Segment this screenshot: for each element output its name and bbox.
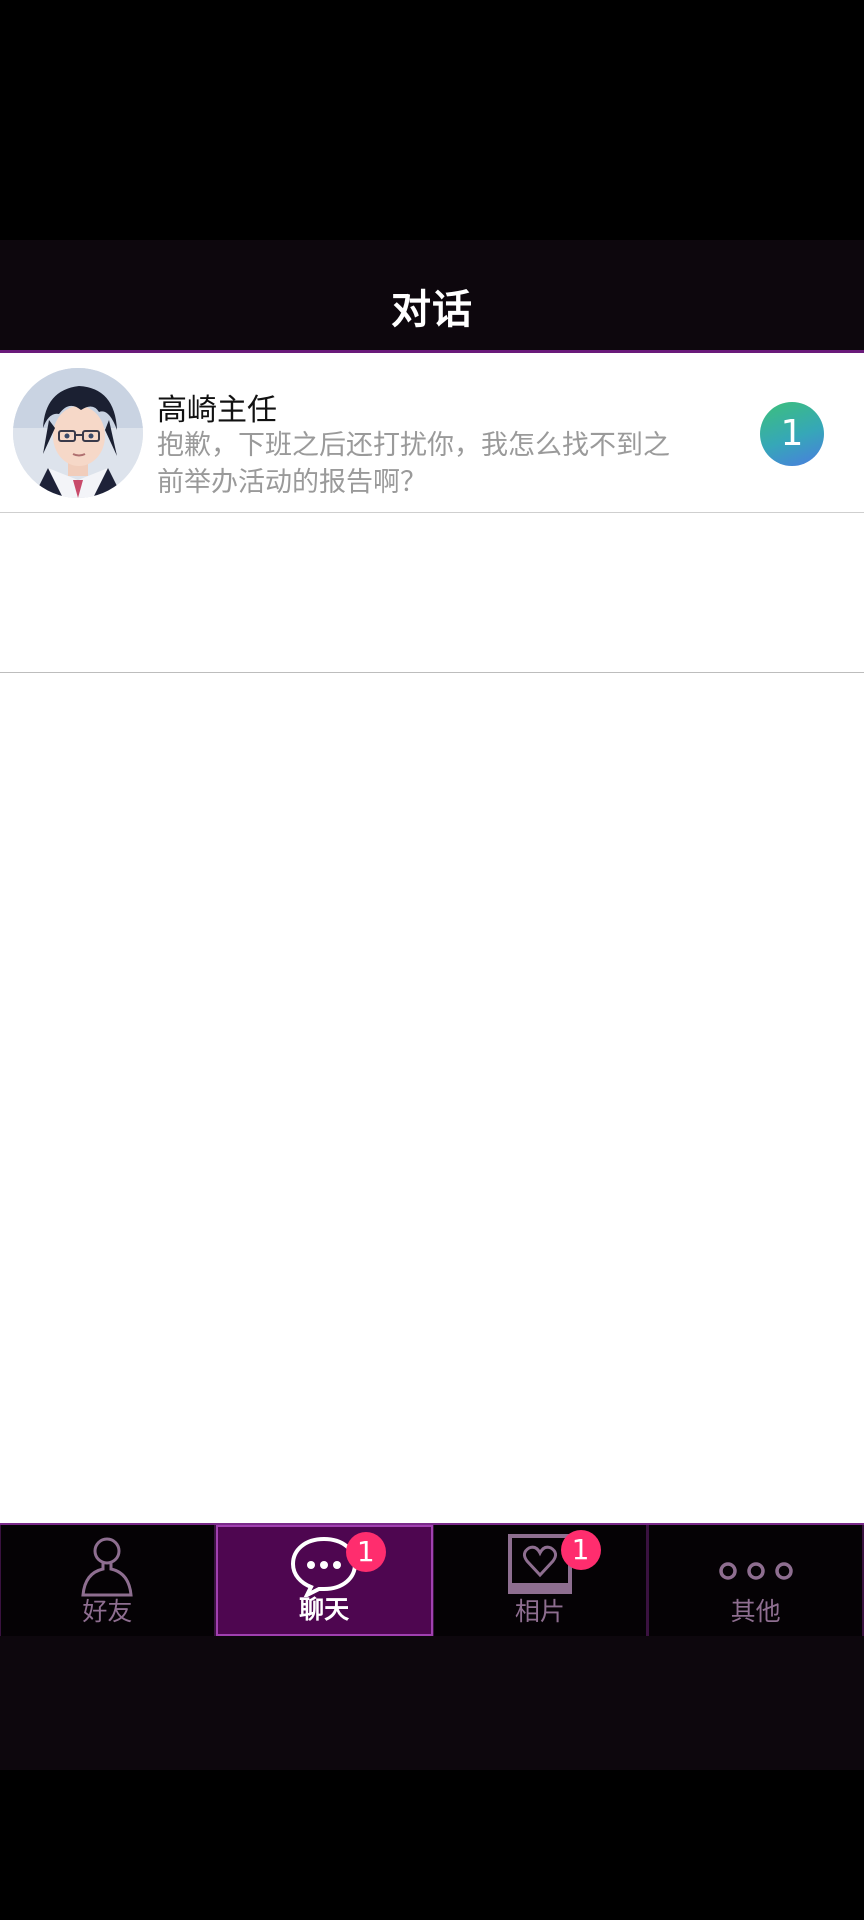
empty-list-slot: [0, 513, 864, 673]
header-bar: 对话: [0, 240, 864, 353]
chat-list-item[interactable]: 高崎主任 抱歉，下班之后还打扰你，我怎么找不到之前举办活动的报告啊？: [0, 353, 864, 513]
chat-tab-badge: 1: [345, 1532, 386, 1572]
tab-label-friends: 好友: [82, 1597, 133, 1626]
tab-label-more: 其他: [730, 1597, 781, 1626]
chat-contact-name: 高崎主任: [157, 393, 277, 428]
navigation-area: [0, 1770, 864, 1920]
more-dots-icon: [718, 1562, 793, 1580]
chat-list: 高崎主任 抱歉，下班之后还打扰你，我怎么找不到之前举办活动的报告啊？: [0, 353, 864, 1523]
tab-label-chat: 聊天: [299, 1595, 350, 1624]
bottom-tab-bar: 好友 1 聊天 1 相片 其他: [0, 1523, 864, 1638]
photos-tab-badge: 1: [560, 1530, 601, 1570]
status-area: [0, 0, 864, 240]
page-title: 对话: [391, 287, 473, 333]
tab-chat[interactable]: 1 聊天: [215, 1525, 433, 1636]
tab-photos[interactable]: 1 相片: [432, 1525, 649, 1636]
tab-friends[interactable]: 好友: [0, 1525, 216, 1636]
chat-message-preview: 抱歉，下班之后还打扰你，我怎么找不到之前举办活动的报告啊？: [157, 430, 670, 498]
person-icon: [81, 1537, 134, 1597]
avatar: [13, 368, 143, 498]
tab-label-photos: 相片: [514, 1597, 565, 1626]
character-avatar-icon: [13, 368, 143, 498]
unread-count-badge: 1: [760, 402, 824, 466]
bottom-panel: [0, 1636, 864, 1770]
tab-more[interactable]: 其他: [648, 1525, 864, 1636]
